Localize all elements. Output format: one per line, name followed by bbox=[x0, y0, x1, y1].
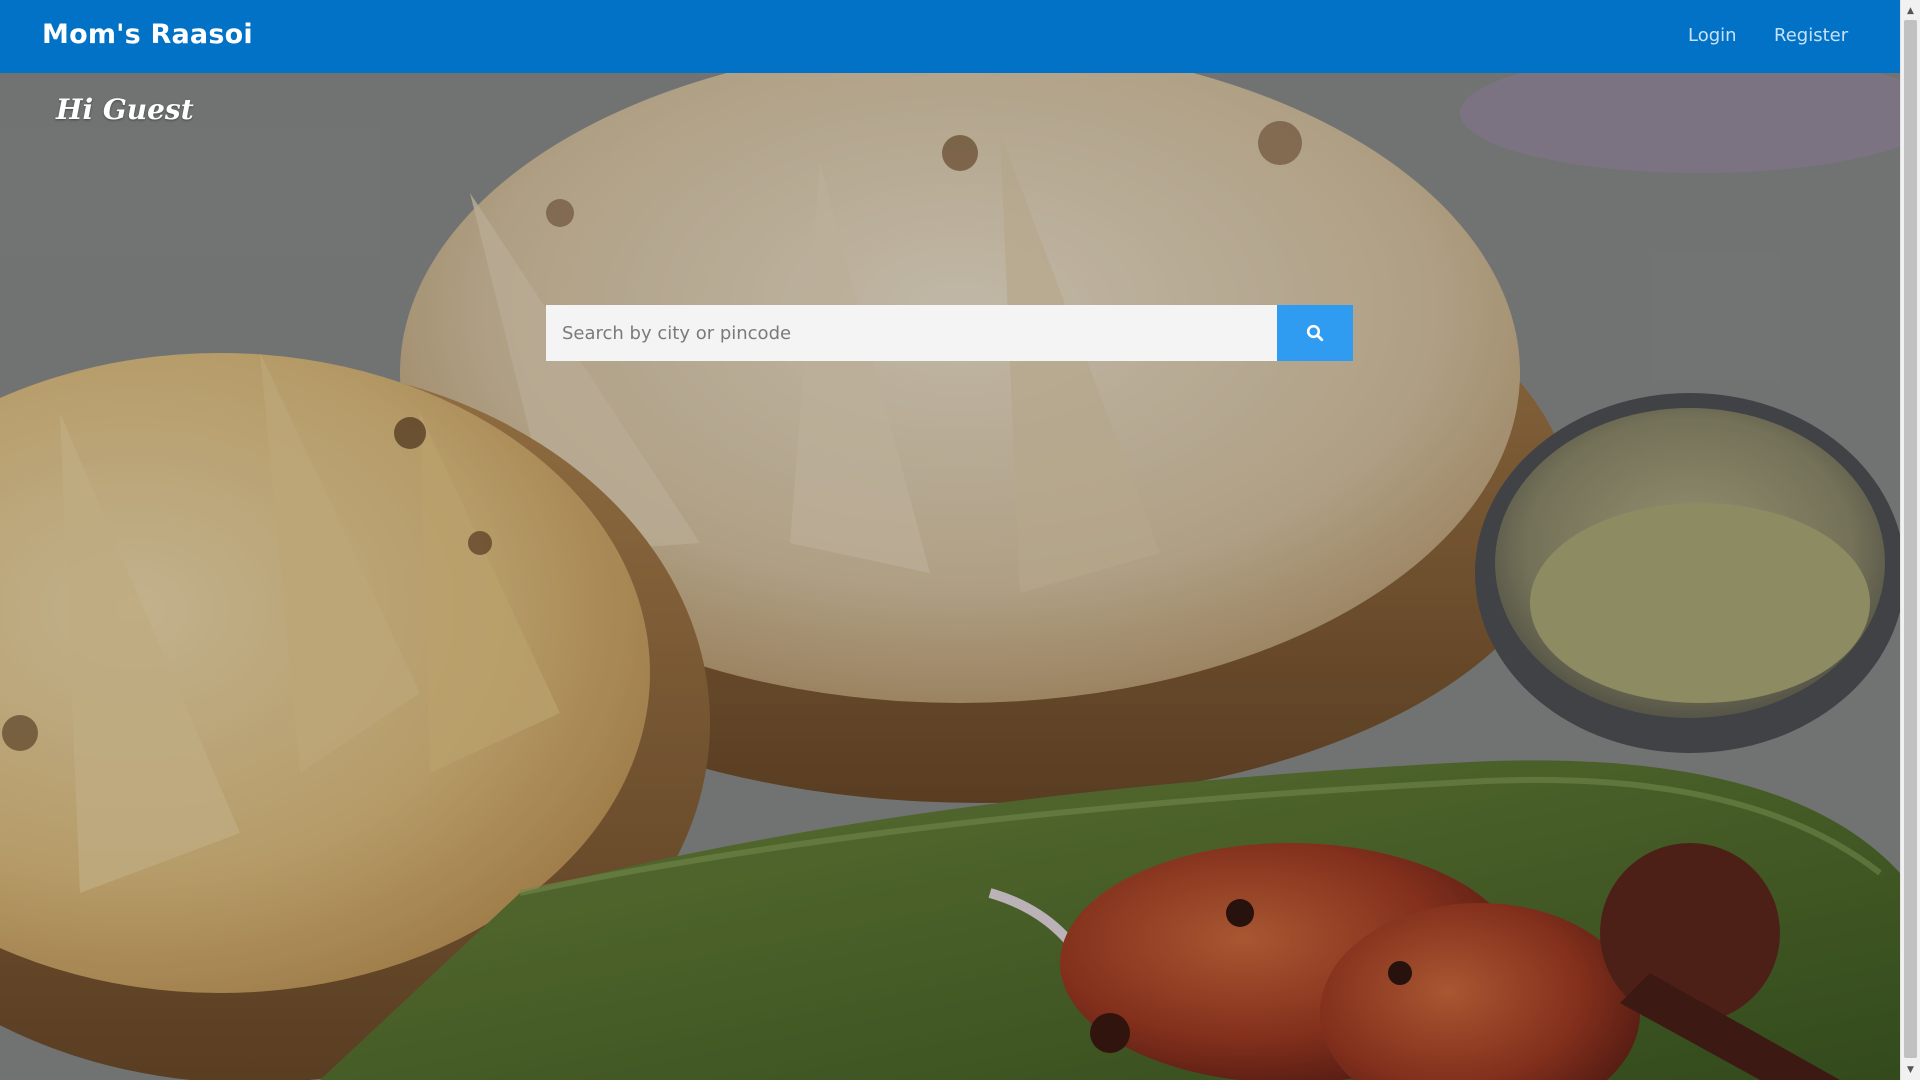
search-icon bbox=[1306, 324, 1324, 342]
brand-logo-text[interactable]: Mom's Raasoi bbox=[42, 19, 253, 50]
hero-section: Hi Guest bbox=[0, 73, 1900, 1080]
search-input[interactable] bbox=[546, 305, 1277, 361]
hero-dark-overlay bbox=[0, 73, 1900, 1080]
scroll-thumb[interactable] bbox=[1904, 20, 1917, 1058]
search-button[interactable] bbox=[1277, 305, 1353, 361]
greeting-text: Hi Guest bbox=[56, 93, 194, 126]
navbar: Mom's Raasoi Login Register bbox=[0, 0, 1900, 73]
register-link[interactable]: Register bbox=[1774, 25, 1848, 46]
scroll-up-arrow-icon[interactable]: ▲ bbox=[1901, 2, 1920, 19]
search-bar bbox=[546, 305, 1353, 361]
vertical-scrollbar[interactable]: ▲ ▼ bbox=[1900, 0, 1920, 1080]
login-link[interactable]: Login bbox=[1688, 25, 1737, 46]
page: Mom's Raasoi Login Register Hi Guest Sea… bbox=[0, 0, 1920, 1080]
scroll-down-arrow-icon[interactable]: ▼ bbox=[1901, 1061, 1920, 1078]
